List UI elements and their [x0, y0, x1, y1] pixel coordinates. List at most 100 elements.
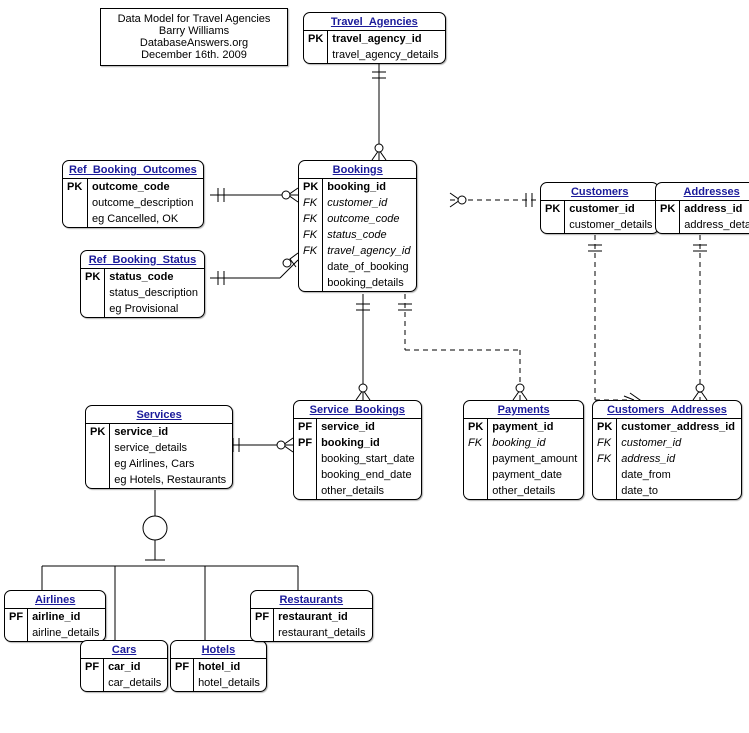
key-cell [294, 451, 317, 467]
attr-cell: restaurant_id [274, 609, 372, 625]
entity-row: PKbooking_id [299, 179, 416, 195]
key-cell [299, 259, 323, 275]
entity-title: Restaurants [251, 591, 372, 609]
entity-body: PKoutcome_code outcome_description eg Ca… [63, 179, 203, 227]
attr-cell: service_id [317, 419, 421, 435]
entity-title: Ref_Booking_Status [81, 251, 204, 269]
key-cell [656, 217, 680, 233]
entity-row: other_details [294, 483, 421, 499]
attr-cell: address_details [680, 217, 749, 233]
key-cell [81, 301, 105, 317]
key-cell [464, 451, 488, 467]
attr-cell: hotel_id [194, 659, 266, 675]
entity-body: PFrestaurant_id restaurant_details [251, 609, 372, 641]
attr-cell: hotel_details [194, 675, 266, 691]
entity-row: hotel_details [171, 675, 266, 691]
attr-cell: status_code [105, 269, 204, 285]
attr-cell: customer_address_id [617, 419, 741, 435]
entity-body: PKpayment_idFKbooking_id payment_amount … [464, 419, 583, 499]
attr-cell: booking_details [323, 275, 417, 291]
entity-row: PFhotel_id [171, 659, 266, 675]
note-line: DatabaseAnswers.org [109, 37, 279, 49]
note-line: Data Model for Travel Agencies [109, 13, 279, 25]
entity-title: Customers [541, 183, 658, 201]
entity-row: outcome_description [63, 195, 203, 211]
entity-row: status_description [81, 285, 204, 301]
attr-cell: travel_agency_details [328, 47, 445, 63]
entity-row: FKaddress_id [593, 451, 741, 467]
entity-row: other_details [464, 483, 583, 499]
entity-row: PKaddress_id [656, 201, 749, 217]
key-cell: FK [299, 195, 323, 211]
entity-restaurants: Restaurants PFrestaurant_id restaurant_d… [250, 590, 373, 642]
entity-service-bookings: Service_Bookings PFservice_idPFbooking_i… [293, 400, 422, 500]
attr-cell: date_of_booking [323, 259, 417, 275]
entity-title: Travel_Agencies [304, 13, 445, 31]
entity-row: payment_date [464, 467, 583, 483]
entity-row: car_details [81, 675, 167, 691]
entity-row: FKtravel_agency_id [299, 243, 416, 259]
key-cell: PF [294, 419, 317, 435]
entity-ref-booking-outcomes: Ref_Booking_Outcomes PKoutcome_code outc… [62, 160, 204, 228]
entity-row: FKcustomer_id [593, 435, 741, 451]
entity-row: FKcustomer_id [299, 195, 416, 211]
key-cell [86, 456, 110, 472]
attr-cell: airline_details [28, 625, 106, 641]
key-cell [541, 217, 565, 233]
entity-customers: Customers PKcustomer_id customer_details [540, 182, 659, 234]
entity-row: PFrestaurant_id [251, 609, 372, 625]
key-cell: FK [464, 435, 488, 451]
attr-cell: booking_start_date [317, 451, 421, 467]
entity-row: PFbooking_id [294, 435, 421, 451]
attr-cell: car_details [104, 675, 168, 691]
key-cell [304, 47, 328, 63]
note-line: Barry Williams [109, 25, 279, 37]
entity-row: date_from [593, 467, 741, 483]
key-cell: PK [86, 424, 110, 440]
entity-title: Payments [464, 401, 583, 419]
key-cell [464, 467, 488, 483]
entity-row: address_details [656, 217, 749, 233]
key-cell: PF [5, 609, 28, 625]
entity-row: date_to [593, 483, 741, 499]
key-cell [81, 675, 104, 691]
attr-cell: booking_id [323, 179, 417, 195]
attr-cell: eg Cancelled, OK [87, 211, 202, 227]
entity-ref-booking-status: Ref_Booking_Status PKstatus_code status_… [80, 250, 205, 318]
entity-row: PKpayment_id [464, 419, 583, 435]
attr-cell: eg Provisional [105, 301, 204, 317]
attr-cell: customer_id [565, 201, 659, 217]
entity-title: Service_Bookings [294, 401, 421, 419]
entity-body: PKservice_id service_details eg Airlines… [86, 424, 232, 488]
entity-customers-addresses: Customers_Addresses PKcustomer_address_i… [592, 400, 742, 500]
entity-row: FKstatus_code [299, 227, 416, 243]
attr-cell: car_id [104, 659, 168, 675]
attr-cell: date_to [617, 483, 741, 499]
attr-cell: status_description [105, 285, 204, 301]
entity-title: Addresses [656, 183, 749, 201]
entity-row: FKbooking_id [464, 435, 583, 451]
key-cell: PK [304, 31, 328, 47]
attr-cell: address_id [617, 451, 741, 467]
attr-cell: outcome_code [87, 179, 202, 195]
entity-body: PKcustomer_id customer_details [541, 201, 658, 233]
key-cell [86, 440, 110, 456]
key-cell: PK [81, 269, 105, 285]
entity-row: PFcar_id [81, 659, 167, 675]
entity-body: PFhotel_id hotel_details [171, 659, 266, 691]
entity-row: PFairline_id [5, 609, 105, 625]
key-cell: PK [63, 179, 87, 195]
entity-body: PKbooking_idFKcustomer_idFKoutcome_codeF… [299, 179, 416, 291]
entity-airlines: Airlines PFairline_id airline_details [4, 590, 106, 642]
attr-cell: customer_id [323, 195, 417, 211]
attr-cell: status_code [323, 227, 417, 243]
entity-title: Services [86, 406, 232, 424]
entity-services: Services PKservice_id service_details eg… [85, 405, 233, 489]
key-cell [251, 625, 274, 641]
attr-cell: airline_id [28, 609, 106, 625]
entity-addresses: Addresses PKaddress_id address_details [655, 182, 749, 234]
attr-cell: date_from [617, 467, 741, 483]
entity-row: booking_details [299, 275, 416, 291]
entity-payments: Payments PKpayment_idFKbooking_id paymen… [463, 400, 584, 500]
entity-row: eg Cancelled, OK [63, 211, 203, 227]
